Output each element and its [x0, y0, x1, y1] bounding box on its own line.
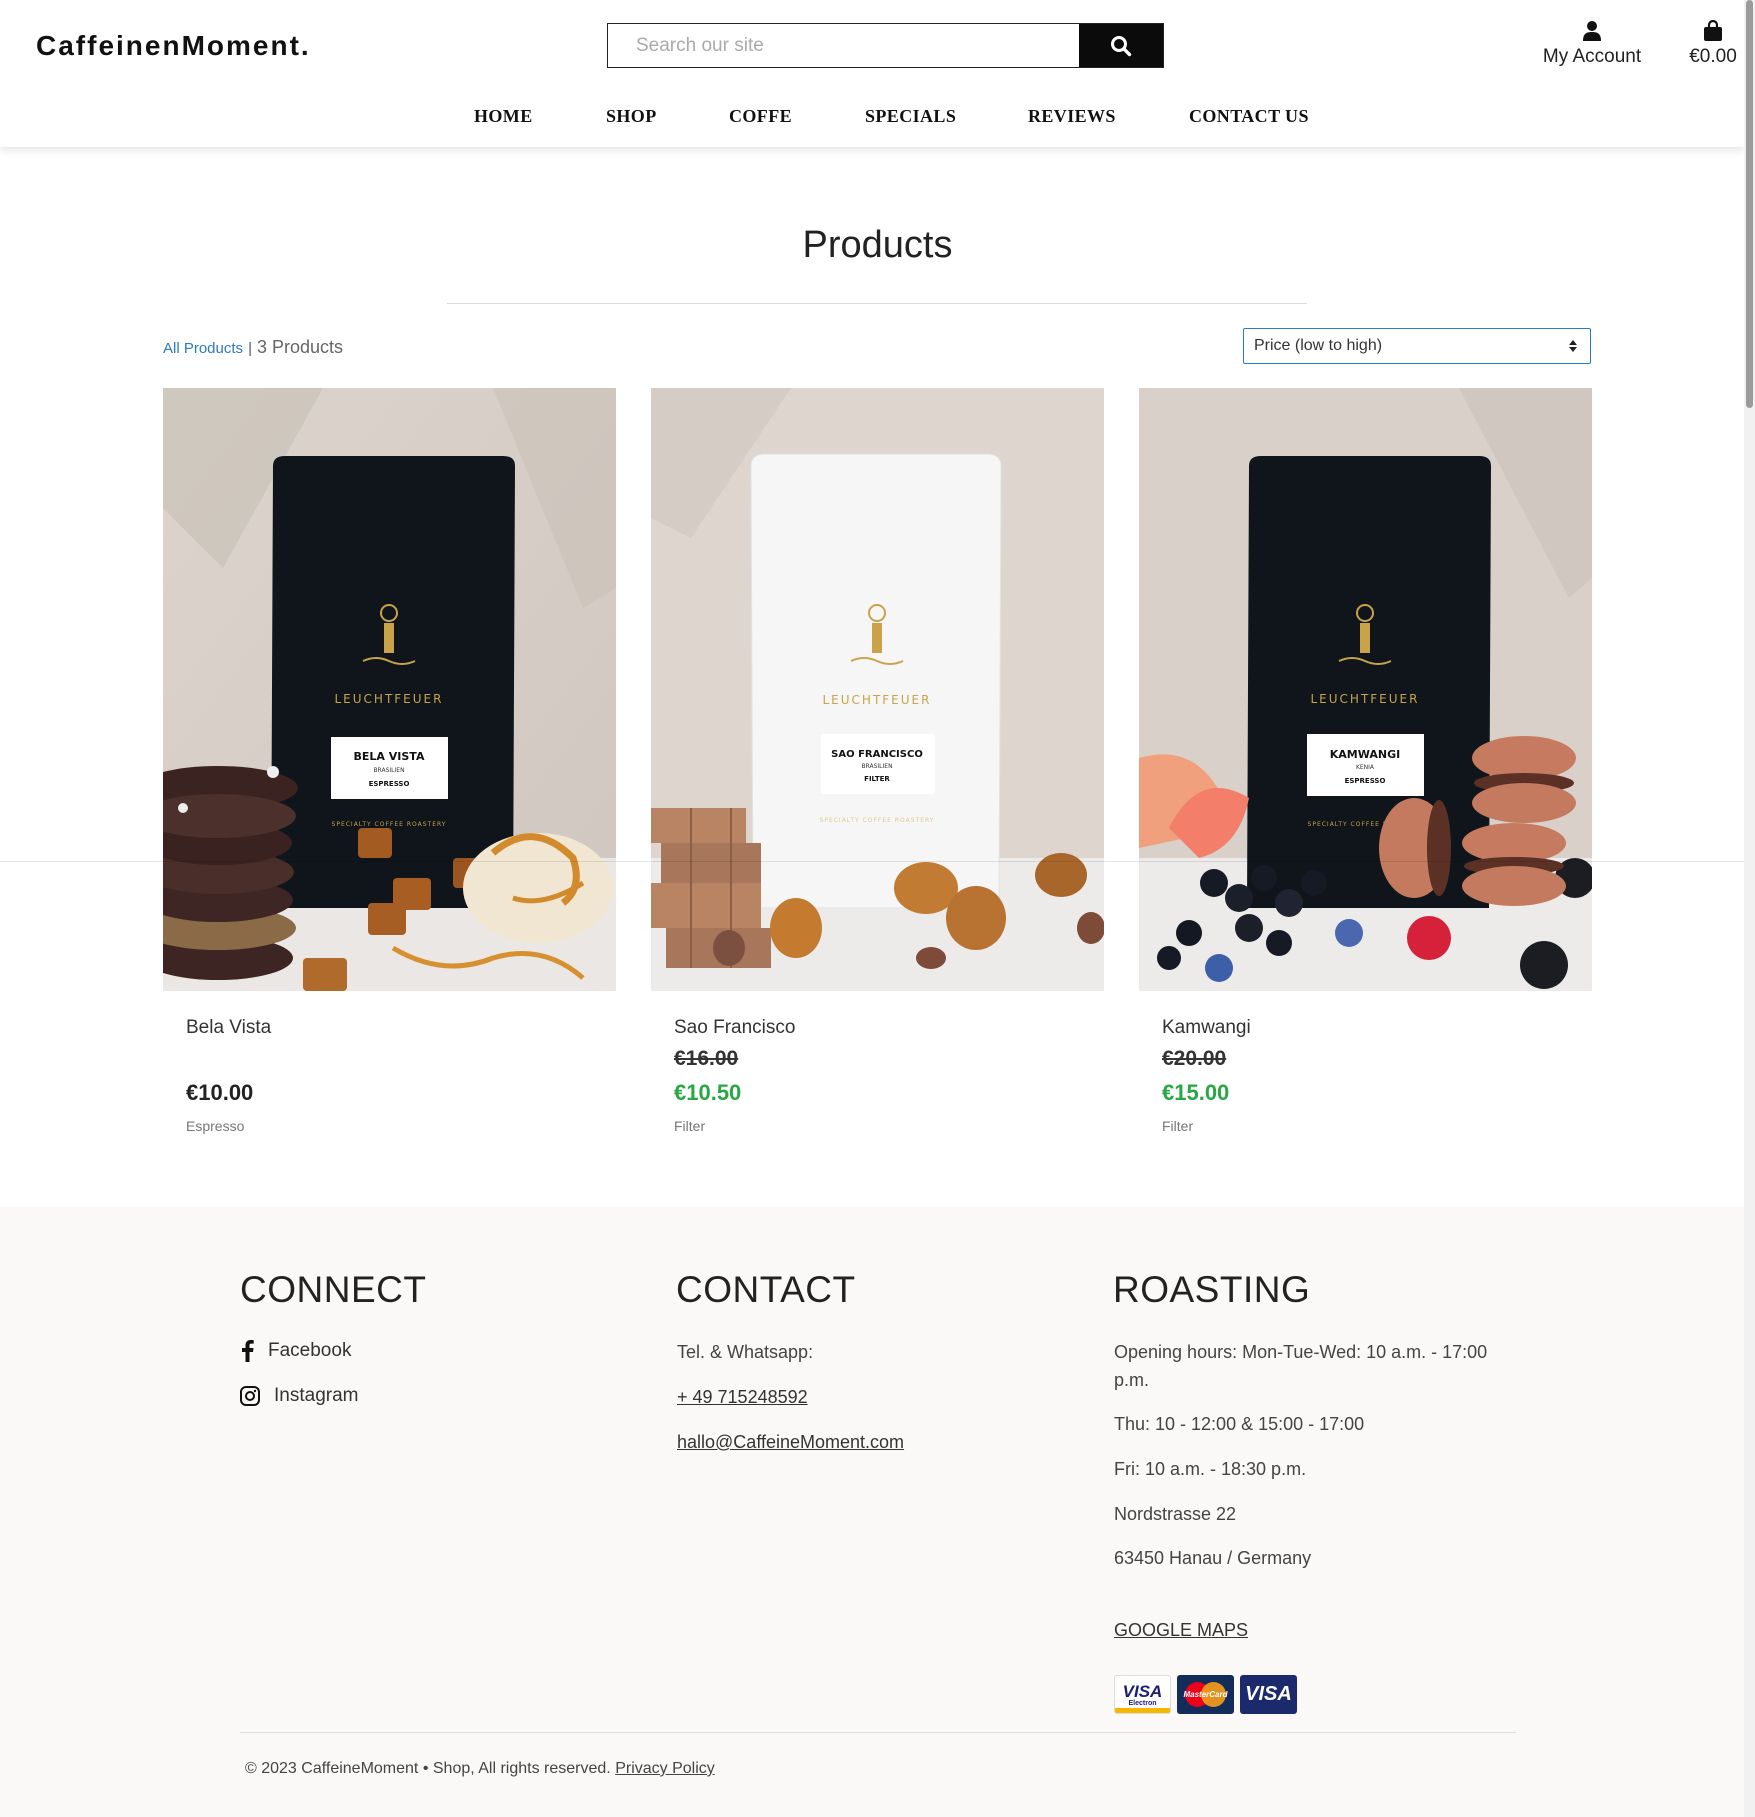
overlay-divider-line [0, 861, 1744, 862]
footer-divider [240, 1732, 1516, 1733]
product-photo-bela-vista: LEUCHTFEUER BELA VISTA BRASILIEN ESPRESS… [163, 388, 616, 991]
search-bar [607, 23, 1164, 68]
hours-friday: Fri: 10 a.m. - 18:30 p.m. [1114, 1459, 1307, 1479]
product-photo-kamwangi: LEUCHTFEUER KAMWANGI KENIA ESPRESSO SPEC… [1139, 388, 1592, 991]
product-old-price: €16.00 [674, 1047, 739, 1070]
site-footer: CONNECT Facebook Instagram CONTACT Tel. … [0, 1207, 1744, 1817]
page-title: Products [802, 224, 953, 266]
user-icon [1583, 21, 1601, 41]
nav-contact-us[interactable]: CONTACT US [1189, 106, 1309, 127]
main-nav: HOME SHOP COFFE SPECIALS REVIEWS CONTACT… [0, 100, 1744, 130]
ice-cream [463, 833, 613, 943]
instagram-link[interactable]: Instagram [240, 1385, 358, 1407]
mastercard-icon: MasterCard [1177, 1675, 1234, 1714]
contact-heading: CONTACT [676, 1269, 856, 1310]
phone-link[interactable]: + 49 715248592 [677, 1383, 808, 1411]
bag-type: FILTER [864, 775, 890, 783]
cart-link[interactable]: €0.00 [1680, 20, 1746, 68]
page-scrollbar[interactable] [1744, 0, 1755, 1817]
bag-label: BELA VISTA [354, 750, 425, 763]
product-sale-price: €15.00 [1162, 1080, 1230, 1105]
opening-hours: Opening hours: Mon-Tue-Wed: 10 a.m. - 17… [1114, 1342, 1488, 1390]
all-products-link[interactable]: All Products [163, 340, 243, 357]
bag-origin: KENIA [1356, 764, 1375, 771]
product-category[interactable]: Espresso [186, 1118, 244, 1134]
my-account-label: My Account [1542, 46, 1642, 67]
bag-brand: LEUCHTFEUER [823, 693, 932, 707]
product-breadcrumb: All Products | 3 Products [163, 337, 343, 358]
product-card: LEUCHTFEUER BELA VISTA BRASILIEN ESPRESS… [163, 388, 616, 1134]
product-name[interactable]: Kamwangi [1162, 1017, 1251, 1039]
cookie-stack [163, 766, 298, 980]
facebook-icon [242, 1340, 254, 1362]
bag-label: KAMWANGI [1330, 748, 1400, 761]
product-card: LEUCHTFEUER SAO FRANCISCO BRASILIEN FILT… [651, 388, 1104, 1134]
site-logo[interactable]: CaffeinenMoment. [36, 30, 311, 62]
nav-home[interactable]: HOME [474, 106, 533, 127]
product-image[interactable]: LEUCHTFEUER KAMWANGI KENIA ESPRESSO SPEC… [1139, 388, 1592, 991]
my-account-link[interactable]: My Account [1530, 20, 1654, 68]
copyright-text: © 2023 CaffeineMoment • Shop, All rights… [245, 1760, 611, 1777]
product-name[interactable]: Bela Vista [186, 1017, 271, 1039]
facebook-label: Facebook [268, 1340, 352, 1361]
hours-thursday: Thu: 10 - 12:00 & 15:00 - 17:00 [1114, 1414, 1365, 1434]
bag-origin: BRASILIEN [373, 767, 404, 774]
bag-tagline: SPECIALTY COFFEE ROASTERY [332, 821, 447, 828]
privacy-policy-link[interactable]: Privacy Policy [615, 1760, 715, 1777]
bag-label: SAO FRANCISCO [831, 749, 923, 760]
bag-origin: BRASILIEN [861, 763, 892, 770]
bag-type: ESPRESSO [1345, 777, 1386, 785]
nav-specials[interactable]: SPECIALS [865, 106, 956, 127]
search-input[interactable] [608, 24, 1079, 67]
copyright: © 2023 CaffeineMoment • Shop, All rights… [245, 1760, 715, 1778]
breadcrumb-separator: | [248, 340, 252, 357]
instagram-label: Instagram [274, 1385, 359, 1406]
site-header: CaffeinenMoment. My Account €0.00 HOME S… [0, 0, 1744, 147]
visa-card-icon: VISA [1240, 1675, 1297, 1714]
sort-selected-value: Price (low to high) [1254, 337, 1383, 354]
shopping-bag-icon [1704, 20, 1722, 41]
bag-brand: LEUCHTFEUER [1311, 692, 1420, 706]
connect-heading: CONNECT [240, 1269, 427, 1310]
nav-shop[interactable]: SHOP [606, 106, 657, 127]
product-old-price: €20.00 [1162, 1047, 1227, 1070]
search-icon [1111, 35, 1132, 56]
roasting-heading: ROASTING [1113, 1269, 1311, 1310]
sort-select[interactable]: Price (low to high) [1243, 328, 1591, 364]
product-category[interactable]: Filter [674, 1118, 705, 1134]
bag-tagline: SPECIALTY COFFEE ROASTERY [820, 817, 935, 824]
select-arrows-icon [1569, 340, 1577, 352]
product-photo-sao-francisco: LEUCHTFEUER SAO FRANCISCO BRASILIEN FILT… [651, 388, 1104, 991]
product-image[interactable]: LEUCHTFEUER BELA VISTA BRASILIEN ESPRESS… [163, 388, 616, 991]
product-category[interactable]: Filter [1162, 1118, 1193, 1134]
scrollbar-thumb[interactable] [1746, 0, 1753, 408]
nav-reviews[interactable]: REVIEWS [1028, 106, 1116, 127]
email-link[interactable]: hallo@CaffeineMoment.com [677, 1428, 904, 1456]
cart-total: €0.00 [1689, 46, 1737, 67]
google-maps-link[interactable]: GOOGLE MAPS [1114, 1616, 1248, 1644]
address-city: 63450 Hanau / Germany [1114, 1548, 1312, 1568]
nav-coffe[interactable]: COFFE [729, 106, 792, 127]
title-divider [447, 303, 1307, 304]
bag-brand: LEUCHTFEUER [335, 692, 444, 706]
bag-type: ESPRESSO [369, 780, 410, 788]
search-button[interactable] [1079, 24, 1163, 67]
product-name[interactable]: Sao Francisco [674, 1017, 795, 1039]
product-price: €10.00 [186, 1080, 254, 1105]
facebook-link[interactable]: Facebook [241, 1340, 351, 1362]
visa-electron-card-icon: VISA Electron [1114, 1675, 1171, 1714]
address-street: Nordstrasse 22 [1114, 1504, 1237, 1524]
product-card: LEUCHTFEUER KAMWANGI KENIA ESPRESSO SPEC… [1139, 388, 1592, 1134]
product-image[interactable]: LEUCHTFEUER SAO FRANCISCO BRASILIEN FILT… [651, 388, 1104, 991]
payment-methods: VISA Electron MasterCard VISA [1114, 1675, 1297, 1714]
instagram-icon [240, 1386, 260, 1406]
product-sale-price: €10.50 [674, 1080, 742, 1105]
phone-label: Tel. & Whatsapp: [677, 1342, 814, 1362]
product-count: 3 Products [256, 337, 344, 357]
